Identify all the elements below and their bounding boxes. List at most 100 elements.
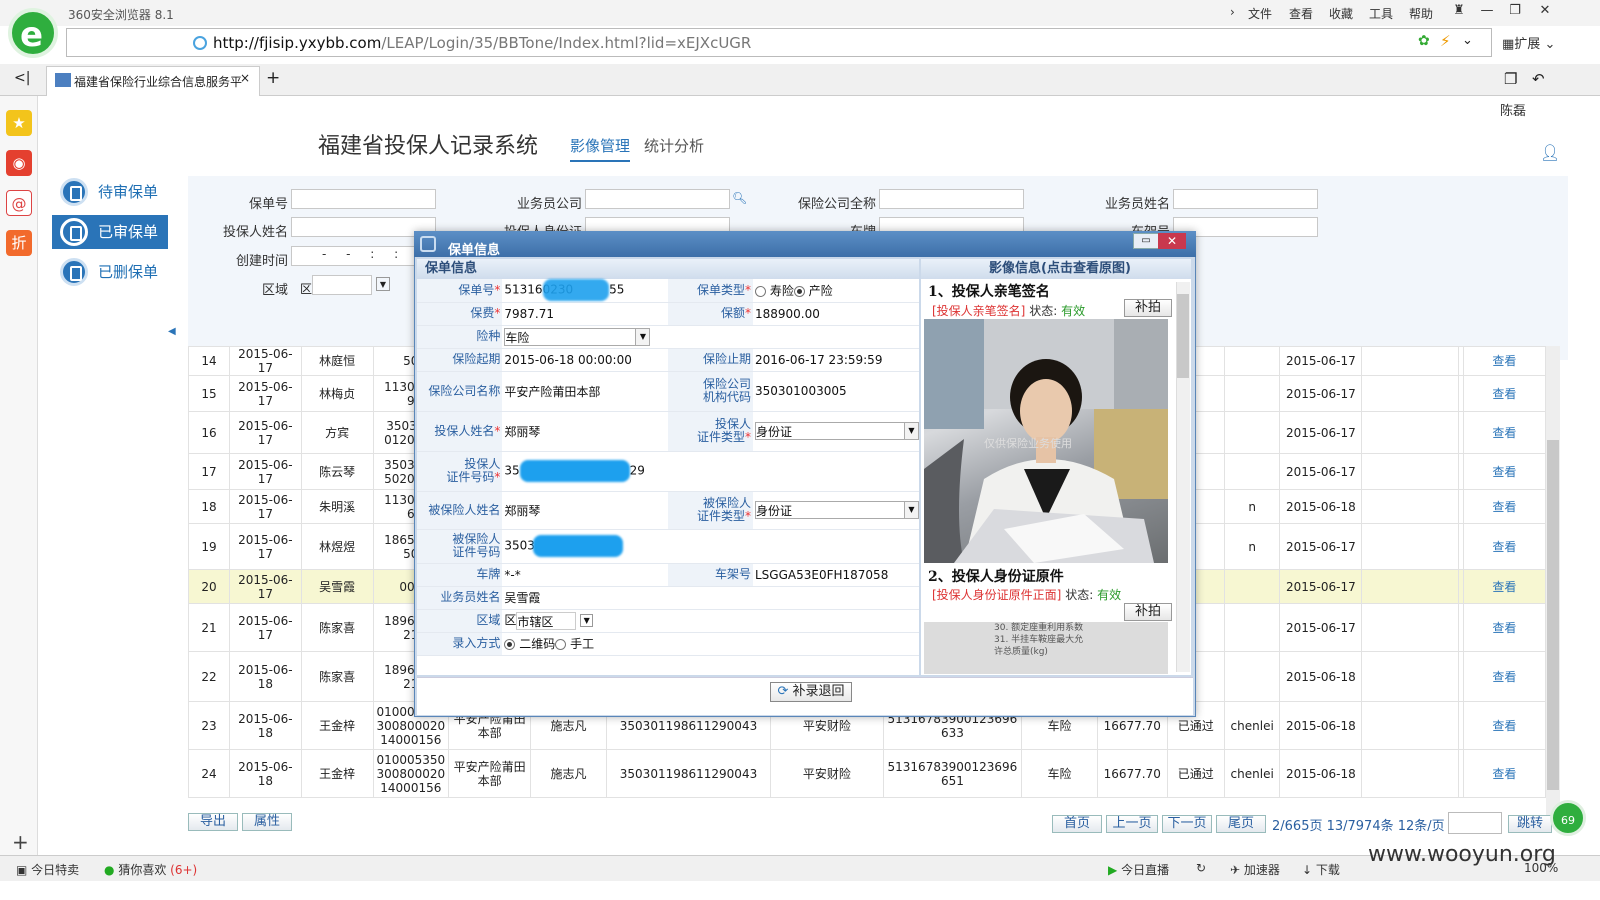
user-icon[interactable]: 👤︎ — [1540, 143, 1560, 162]
agent-company-input[interactable] — [585, 189, 730, 209]
view-link[interactable]: 查看 — [1462, 375, 1546, 412]
float-badge[interactable]: 69 — [1550, 800, 1586, 836]
guess-you-like-link[interactable]: ● 猜你喜欢 (6+) — [104, 861, 197, 878]
close-icon[interactable]: ✕ — [1158, 233, 1186, 249]
mail-icon[interactable]: @ — [6, 190, 32, 216]
radio-property[interactable] — [793, 285, 805, 297]
refresh-green-icon[interactable]: ✿ — [1418, 33, 1430, 49]
undo-close-icon[interactable]: ↶ — [1532, 70, 1545, 88]
dropdown-arrow-icon[interactable]: ▼ — [635, 328, 650, 345]
id-card-link[interactable]: [投保人身份证原件正面] — [932, 588, 1061, 602]
view-link[interactable]: 查看 — [1462, 489, 1546, 524]
view-link[interactable]: 查看 — [1462, 701, 1546, 750]
jump-button[interactable]: 跳转 — [1508, 815, 1552, 833]
browser-logo-icon[interactable]: e — [8, 8, 58, 58]
policy-no-input[interactable] — [291, 189, 436, 209]
table-cell: 林梅贞 — [300, 375, 374, 412]
nav-reviewed-policies[interactable]: 已审保单 — [52, 215, 168, 249]
new-tab-icon[interactable]: + — [266, 68, 280, 88]
live-link[interactable]: ▶ 今日直播 — [1108, 861, 1169, 878]
add-icon[interactable]: + — [12, 830, 29, 854]
reject-button[interactable]: ⟳ 补录退回 — [770, 682, 852, 702]
restore-icon[interactable]: ❐ — [1502, 0, 1528, 22]
risk-select[interactable]: 车险 ▼ — [502, 325, 919, 349]
chevron-right-icon[interactable]: › — [1230, 5, 1235, 19]
agent-name-input[interactable] — [1173, 189, 1318, 209]
menu-favorites[interactable]: 收藏 — [1329, 5, 1353, 22]
dropdown-arrow-icon[interactable]: ▼ — [904, 423, 918, 439]
table-cell: 2015-06-17 — [1279, 603, 1363, 652]
retake-signature-button[interactable]: 补拍 — [1124, 299, 1172, 317]
company-value: 平安产险莆田本部 — [502, 371, 668, 412]
view-link[interactable]: 查看 — [1462, 603, 1546, 652]
view-link[interactable]: 查看 — [1462, 749, 1546, 798]
view-link[interactable]: 查看 — [1462, 411, 1546, 454]
minimize-icon[interactable]: — — [1474, 0, 1500, 22]
signature-photo[interactable]: 仅供保险业务使用 — [924, 319, 1168, 563]
nav-pending-policies[interactable]: 待审保单 — [52, 175, 168, 209]
dialog-header[interactable] — [414, 231, 1196, 257]
insurer-name-input[interactable] — [879, 189, 1024, 209]
created-time-input[interactable]: - - : : — [291, 246, 416, 266]
download-link[interactable]: ↓ 下载 — [1302, 861, 1340, 878]
radio-qrcode[interactable] — [504, 639, 516, 650]
close-tab-icon[interactable]: × — [240, 71, 250, 85]
shirt-icon[interactable]: ♜ — [1446, 0, 1472, 22]
image-scroll-thumb[interactable] — [1177, 294, 1189, 378]
table-cell — [1361, 375, 1459, 412]
favorites-star-icon[interactable]: ★ — [6, 110, 32, 136]
sidebar-toggle-icon[interactable]: <| — [14, 70, 30, 86]
radio-manual[interactable] — [555, 639, 567, 650]
signature-link[interactable]: [投保人亲笔签名] — [932, 304, 1025, 318]
nav-deleted-policies[interactable]: 已删保单 — [52, 255, 168, 289]
export-button[interactable]: 导出 — [188, 813, 238, 831]
discount-icon[interactable]: 折 — [6, 230, 32, 256]
radio-life[interactable] — [755, 285, 766, 297]
id-card-photo[interactable]: 30. 额定座重利用系数 31. 半挂车鞍座最大允 许总质量(kg) — [924, 622, 1168, 674]
properties-button[interactable]: 属性 — [242, 813, 292, 831]
menu-file[interactable]: 文件 — [1248, 5, 1272, 22]
menu-view[interactable]: 查看 — [1289, 5, 1313, 22]
view-link[interactable]: 查看 — [1462, 569, 1546, 604]
area-select[interactable]: 区市辖区 ▼ — [502, 609, 919, 633]
view-link[interactable]: 查看 — [1462, 651, 1546, 702]
search-icon[interactable]: 🔍︎ — [732, 191, 747, 205]
daily-deals-link[interactable]: ▣ 今日特卖 — [16, 861, 79, 878]
view-link[interactable]: 查看 — [1462, 346, 1546, 376]
menu-help[interactable]: 帮助 — [1409, 5, 1433, 22]
last-page-button[interactable]: 尾页 — [1216, 815, 1266, 833]
tab-imaging[interactable]: 影像管理 — [570, 135, 631, 162]
first-page-button[interactable]: 首页 — [1052, 815, 1102, 833]
applicant-id-type-select[interactable]: 身份证 ▼ — [753, 411, 919, 452]
restore-tabs-icon[interactable]: ❐ — [1504, 70, 1517, 88]
maximize-icon[interactable]: ▭ — [1133, 233, 1159, 249]
view-link[interactable]: 查看 — [1462, 453, 1546, 490]
extensions-button[interactable]: ▦扩展 ⌄ — [1502, 33, 1555, 52]
table-row[interactable]: 24 2015-06-18 王金梓 010005350 300800020 14000… — [188, 749, 1546, 798]
table-cell: 21 — [188, 603, 230, 652]
prev-page-button[interactable]: 上一页 — [1106, 815, 1158, 833]
tab-statistics[interactable]: 统计分析 — [644, 135, 704, 156]
area-dropdown-icon[interactable]: ▼ — [376, 277, 390, 291]
table-cell — [1361, 453, 1459, 490]
next-page-button[interactable]: 下一页 — [1162, 815, 1212, 833]
collapse-arrow-icon[interactable]: ◀ — [168, 326, 176, 337]
weibo-icon[interactable]: ◉ — [6, 150, 32, 176]
area-select[interactable] — [312, 275, 372, 295]
insured-id-type-select[interactable]: 身份证 ▼ — [753, 491, 919, 530]
menu-tools[interactable]: 工具 — [1369, 5, 1393, 22]
retake-id-card-button[interactable]: 补拍 — [1124, 603, 1172, 621]
tab-title[interactable]: 福建省保险行业综合信息服务平 — [74, 73, 244, 90]
refresh-small-icon[interactable]: ↻ — [1196, 861, 1206, 875]
dropdown-arrow-icon[interactable]: ▼ — [580, 614, 594, 628]
accelerator-link[interactable]: ✈ 加速器 — [1230, 861, 1280, 878]
dropdown-arrow-icon[interactable]: ▼ — [904, 502, 918, 518]
table-cell: 2015-06-17 — [1279, 523, 1363, 570]
lightning-icon[interactable]: ⚡ — [1440, 32, 1451, 50]
close-window-icon[interactable]: ✕ — [1532, 0, 1558, 22]
dropdown-icon[interactable]: ⌄ — [1462, 33, 1473, 48]
scrollbar-thumb[interactable] — [1547, 440, 1559, 790]
view-link[interactable]: 查看 — [1462, 523, 1546, 570]
jump-page-input[interactable] — [1448, 812, 1502, 834]
url-text[interactable]: http://fjisip.yxybb.com/LEAP/Login/35/BB… — [213, 34, 751, 52]
